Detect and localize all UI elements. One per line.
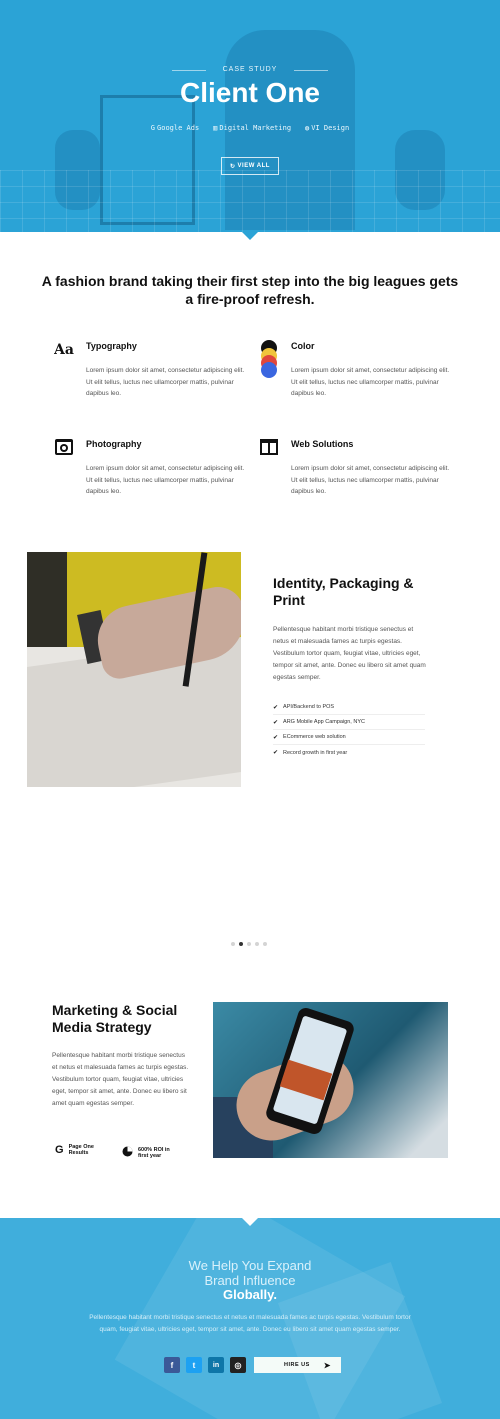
page-title: Client One <box>179 77 320 108</box>
identity-checklist: ✔ API/Backend to POS ✔ ARG Mobile App Camp… <box>273 700 425 760</box>
linkedin-icon[interactable]: in <box>208 1357 224 1373</box>
feature-title: Photography <box>86 439 142 449</box>
browser-window-icon <box>259 437 279 457</box>
chart-icon: ▥ <box>213 124 218 132</box>
marketing-text: Pellentesque habitant morbi tristique se… <box>52 1052 189 1107</box>
stat-page-one: G Page One Results <box>55 1144 94 1156</box>
twitter-icon[interactable]: t <box>186 1357 202 1373</box>
google-icon: G <box>55 1144 64 1156</box>
stat-label: Results <box>68 1150 89 1156</box>
marketing-title: Marketing & Social Media Strategy <box>52 1002 178 1035</box>
hero-background-grid <box>0 170 500 232</box>
feature-title: Typography <box>86 341 137 351</box>
color-palette-icon <box>259 339 279 379</box>
hire-us-label: HIRE US <box>284 1362 310 1368</box>
svg-text:Aa: Aa <box>54 342 74 358</box>
list-item-label: ECommerce web solution <box>283 734 346 740</box>
facebook-icon[interactable]: f <box>164 1357 180 1373</box>
list-item: ✔ ARG Mobile App Campaign, NYC <box>273 715 425 730</box>
photo-background <box>27 552 67 647</box>
feature-typography: Aa Typography Lorem ipsum dolor sit amet… <box>53 339 286 400</box>
feature-text: Lorem ipsum dolor sit amet, consectetur … <box>86 367 245 397</box>
tag-label: Digital Marketing <box>219 124 292 132</box>
hero-tags: G Google Ads ▥ Digital Marketing ◍ VI Desig… <box>0 124 500 132</box>
footer-heading: We Help You Expand Brand Influence <box>0 1258 500 1288</box>
typography-icon: Aa <box>53 339 74 359</box>
list-item-label: API/Backend to POS <box>283 704 335 710</box>
footer-text: Pellentesque habitant morbi tristique se… <box>89 1314 411 1333</box>
tag-digital-marketing: ▥ Digital Marketing <box>213 124 291 132</box>
stat-label: first year <box>138 1153 162 1159</box>
check-icon: ✔ <box>273 704 279 711</box>
footer-heading-line: Brand Influence <box>204 1273 296 1288</box>
check-icon: ✔ <box>273 734 279 741</box>
view-all-label: VIEW ALL <box>237 163 270 169</box>
refresh-icon: ↻ <box>230 163 236 170</box>
slider-pagination <box>231 942 267 946</box>
section-tagline: A fashion brand taking their first step … <box>41 273 459 307</box>
sketching-hand-photo <box>27 552 241 787</box>
hire-us-button[interactable]: HIRE US ➤ <box>254 1357 341 1373</box>
slider-dot-4[interactable] <box>255 942 259 946</box>
instagram-icon[interactable]: ◎ <box>230 1357 246 1373</box>
view-all-button[interactable]: ↻ VIEW ALL <box>221 157 279 175</box>
identity-title: Identity, Packaging & Print <box>273 575 414 608</box>
slider-dot-3[interactable] <box>247 942 251 946</box>
hero-notch <box>242 232 258 240</box>
stat-roi: 600% ROI in first year <box>122 1144 170 1162</box>
hero-eyebrow: CASE STUDY <box>222 66 278 73</box>
feature-photography: Photography Lorem ipsum dolor sit amet, … <box>55 437 286 498</box>
slider-dot-2[interactable] <box>239 942 243 946</box>
feature-text: Lorem ipsum dolor sit amet, consectetur … <box>86 465 245 495</box>
list-item: ✔ ECommerce web solution <box>273 730 425 745</box>
tag-label: VI Design <box>311 124 350 132</box>
feature-color: Color Lorem ipsum dolor sit amet, consec… <box>261 339 491 400</box>
feature-text: Lorem ipsum dolor sit amet, consectetur … <box>291 465 450 495</box>
send-icon: ➤ <box>323 1360 331 1370</box>
globe-icon: ◍ <box>305 124 310 132</box>
phone-in-hand-photo <box>213 1002 448 1158</box>
tag-google-ads: G Google Ads <box>151 124 199 132</box>
footer-heading-line: We Help You Expand <box>188 1258 312 1273</box>
feature-title: Color <box>291 341 315 351</box>
pie-chart-icon <box>122 1144 133 1162</box>
slider-dot-5[interactable] <box>263 942 267 946</box>
tag-label: Google Ads <box>157 124 200 132</box>
list-item: ✔ Record growth in first year <box>273 745 425 760</box>
hero-banner <box>0 0 500 232</box>
feature-title: Web Solutions <box>291 439 354 449</box>
tag-vi-design: ◍ VI Design <box>305 124 349 132</box>
feature-text: Lorem ipsum dolor sit amet, consectetur … <box>291 367 450 397</box>
list-item: ✔ API/Backend to POS <box>273 700 425 715</box>
check-icon: ✔ <box>273 750 279 756</box>
feature-web-solutions: Web Solutions Lorem ipsum dolor sit amet… <box>260 437 491 498</box>
camera-icon <box>54 437 74 457</box>
google-icon: G <box>150 124 156 132</box>
slider-dot-1[interactable] <box>231 942 235 946</box>
identity-text: Pellentesque habitant morbi tristique se… <box>273 626 426 681</box>
list-item-label: ARG Mobile App Campaign, NYC <box>283 719 365 725</box>
footer-notch <box>242 1218 258 1226</box>
list-item-label: Record growth in first year <box>283 749 348 756</box>
footer-heading-strong: Globally. <box>223 1287 277 1302</box>
check-icon: ✔ <box>273 719 279 726</box>
